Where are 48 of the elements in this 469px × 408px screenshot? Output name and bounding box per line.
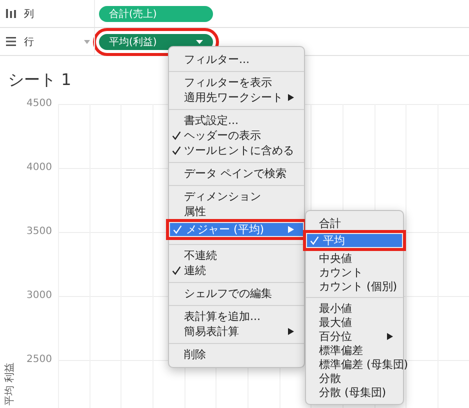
menu-item[interactable]: 表計算を追加...	[169, 309, 304, 324]
menu-item[interactable]: 連続	[169, 263, 304, 278]
axis-tick-label: 2500	[26, 354, 52, 366]
axis-tick-label: 3000	[26, 290, 52, 302]
menu-item[interactable]: フィルターを表示	[169, 75, 304, 90]
menu-item[interactable]: 簡易表計算	[169, 324, 304, 339]
rows-icon	[6, 37, 16, 46]
menu-item[interactable]: 分散	[306, 371, 403, 385]
menu-item[interactable]: フィルター...	[169, 52, 304, 67]
menu-item[interactable]: 属性	[169, 204, 304, 219]
submenu-arrow-icon	[288, 226, 294, 233]
menu-item[interactable]: 中央値	[306, 251, 403, 265]
check-icon	[173, 225, 182, 234]
menu-item[interactable]: カウント	[306, 265, 403, 279]
submenu-arrow-icon	[288, 328, 294, 335]
caret-icon[interactable]	[84, 40, 90, 44]
field-pill[interactable]: 平均(利益)	[99, 34, 213, 50]
axis-tick-label: 4500	[26, 98, 52, 110]
menu-item[interactable]: シェルフでの編集	[169, 286, 304, 301]
menu-item[interactable]: 削除	[169, 347, 304, 362]
menu-item[interactable]: 最小値	[306, 301, 403, 315]
menu-item[interactable]: 平均	[303, 230, 406, 251]
menu-item[interactable]: 標準偏差	[306, 343, 403, 357]
menu-item[interactable]: ツールヒントに含める	[169, 143, 304, 158]
check-icon	[310, 236, 319, 245]
menu-item[interactable]: ディメンション	[169, 189, 304, 204]
axis-title: 平均 利益	[4, 362, 17, 406]
caret-icon	[196, 40, 203, 44]
axis-tick-label: 3500	[26, 226, 52, 238]
menu-item[interactable]: カウント (個別)	[306, 279, 403, 293]
submenu-arrow-icon	[288, 94, 294, 101]
columns-icon	[6, 9, 16, 18]
menu-item[interactable]: メジャー (平均)	[166, 219, 307, 240]
menu-item[interactable]: ヘッダーの表示	[169, 128, 304, 143]
menu-item[interactable]: データ ペインで検索	[169, 166, 304, 181]
submenu-arrow-icon	[387, 333, 393, 340]
menu-item[interactable]: 適用先ワークシート	[169, 90, 304, 105]
axis-tick-label: 4000	[26, 162, 52, 174]
menu-item[interactable]: 不連続	[169, 248, 304, 263]
menu-item[interactable]: 百分位	[306, 329, 403, 343]
menu-item[interactable]: 合計	[306, 216, 403, 230]
shelf-label: 行	[24, 36, 34, 48]
check-icon	[172, 266, 181, 275]
menu-item[interactable]: 書式設定...	[169, 113, 304, 128]
menu-item[interactable]: 分散 (母集団)	[306, 385, 403, 399]
menu-item[interactable]: 最大値	[306, 315, 403, 329]
shelf-label: 列	[24, 8, 34, 20]
sheet-title: シート 1	[8, 70, 72, 91]
